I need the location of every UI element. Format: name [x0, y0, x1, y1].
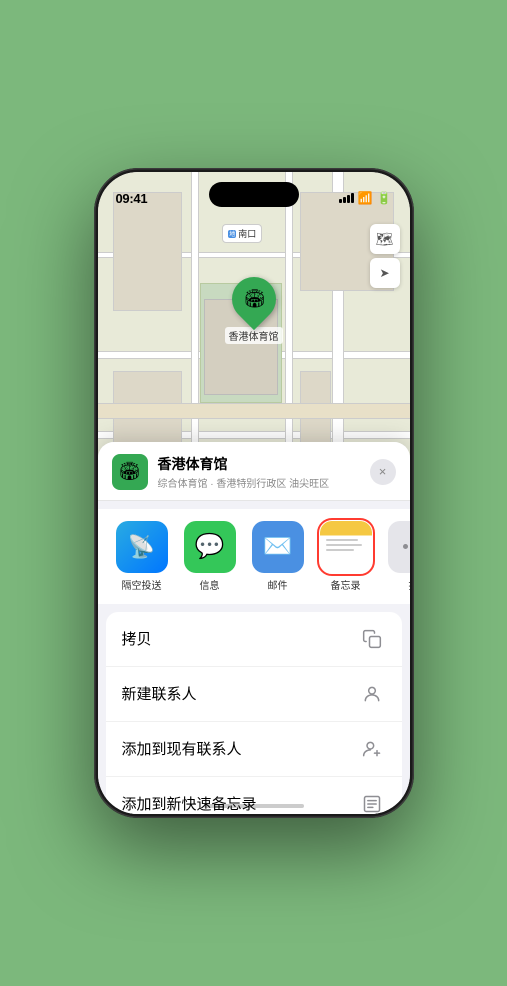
- location-card: 🏟 香港体育馆 综合体育馆 · 香港特别行政区 油尖旺区 ×: [98, 442, 410, 501]
- share-item-airdrop[interactable]: 📡 隔空投送: [112, 521, 172, 592]
- map-pin: 🏟 香港体育馆: [225, 277, 283, 344]
- more-label: 推: [409, 577, 410, 592]
- action-copy[interactable]: 拷贝: [106, 612, 402, 667]
- share-item-more[interactable]: 推: [384, 521, 410, 592]
- map-label-text: 南口: [238, 227, 256, 240]
- action-list: 拷贝 新建联系人: [106, 612, 402, 814]
- pin-stadium-icon: 🏟: [242, 289, 265, 310]
- location-icon: ➤: [379, 266, 389, 280]
- airdrop-label: 隔空投送: [122, 577, 162, 592]
- notes-top-stripe: [320, 521, 372, 536]
- pin-circle: 🏟: [222, 268, 284, 330]
- more-dots: [403, 544, 410, 549]
- copy-icon: [358, 625, 386, 653]
- location-description: 综合体育馆 · 香港特别行政区 油尖旺区: [158, 475, 360, 490]
- share-item-notes[interactable]: 备忘录: [316, 521, 376, 592]
- mail-icon: ✉️: [252, 521, 304, 573]
- map-label-tag: 地 南口: [222, 224, 262, 243]
- location-info: 香港体育馆 综合体育馆 · 香港特别行政区 油尖旺区: [158, 454, 360, 490]
- signal-bar-3: [347, 195, 350, 203]
- airdrop-icon: 📡: [116, 521, 168, 573]
- mail-envelope-icon: ✉️: [263, 532, 293, 561]
- message-bubble-icon: 💬: [195, 532, 225, 561]
- new-contact-icon: [358, 680, 386, 708]
- stadium-icon: 🏟: [118, 461, 141, 482]
- action-quick-note[interactable]: 添加到新快速备忘录: [106, 777, 402, 814]
- action-new-contact[interactable]: 新建联系人: [106, 667, 402, 722]
- map-controls: 🗺 ➤: [370, 224, 400, 292]
- signal-bar-4: [351, 193, 354, 203]
- notes-icon-inner: [320, 521, 372, 573]
- signal-bar-1: [339, 199, 342, 203]
- share-item-mail[interactable]: ✉️ 邮件: [248, 521, 308, 592]
- more-dot-1: [403, 544, 408, 549]
- quick-note-icon: [358, 790, 386, 814]
- copy-label: 拷贝: [122, 628, 152, 649]
- message-icon: 💬: [184, 521, 236, 573]
- status-time: 09:41: [116, 191, 148, 206]
- wifi-icon: 📶: [358, 191, 373, 205]
- map-type-button[interactable]: 🗺: [370, 224, 400, 254]
- location-button[interactable]: ➤: [370, 258, 400, 288]
- action-add-contact[interactable]: 添加到现有联系人: [106, 722, 402, 777]
- share-row: 📡 隔空投送 💬 信息 ✉️ 邮件: [98, 509, 410, 604]
- notes-label: 备忘录: [331, 577, 361, 592]
- notes-lines: [320, 535, 372, 555]
- status-icons: 📶 🔋: [339, 191, 392, 205]
- signal-bars: [339, 193, 354, 203]
- notes-icon: [320, 521, 372, 573]
- phone-screen: 09:41 ▶ 📶 🔋: [98, 172, 410, 814]
- bottom-sheet: 🏟 香港体育馆 综合体育馆 · 香港特别行政区 油尖旺区 × 📡 隔空投送: [98, 442, 410, 814]
- map-main-road: [98, 403, 410, 419]
- share-item-message[interactable]: 💬 信息: [180, 521, 240, 592]
- mail-label: 邮件: [268, 577, 288, 592]
- map-label-dot: 地: [228, 230, 236, 238]
- more-icon: [388, 521, 410, 573]
- signal-bar-2: [343, 197, 346, 203]
- add-contact-icon: [358, 735, 386, 763]
- airdrop-wave-icon: 📡: [128, 534, 155, 560]
- notes-line-2: [326, 544, 362, 546]
- location-name: 香港体育馆: [158, 454, 360, 474]
- close-button[interactable]: ×: [370, 459, 396, 485]
- location-card-icon: 🏟: [112, 454, 148, 490]
- new-contact-label: 新建联系人: [122, 683, 197, 704]
- notes-line-3: [326, 549, 354, 551]
- notes-line-1: [326, 539, 358, 541]
- add-contact-label: 添加到现有联系人: [122, 738, 242, 759]
- message-label: 信息: [200, 577, 220, 592]
- phone-frame: 09:41 ▶ 📶 🔋: [94, 168, 414, 818]
- map-icon: 🗺: [376, 231, 394, 248]
- home-indicator: [204, 804, 304, 808]
- battery-icon: 🔋: [377, 191, 392, 205]
- dynamic-island: [209, 182, 299, 207]
